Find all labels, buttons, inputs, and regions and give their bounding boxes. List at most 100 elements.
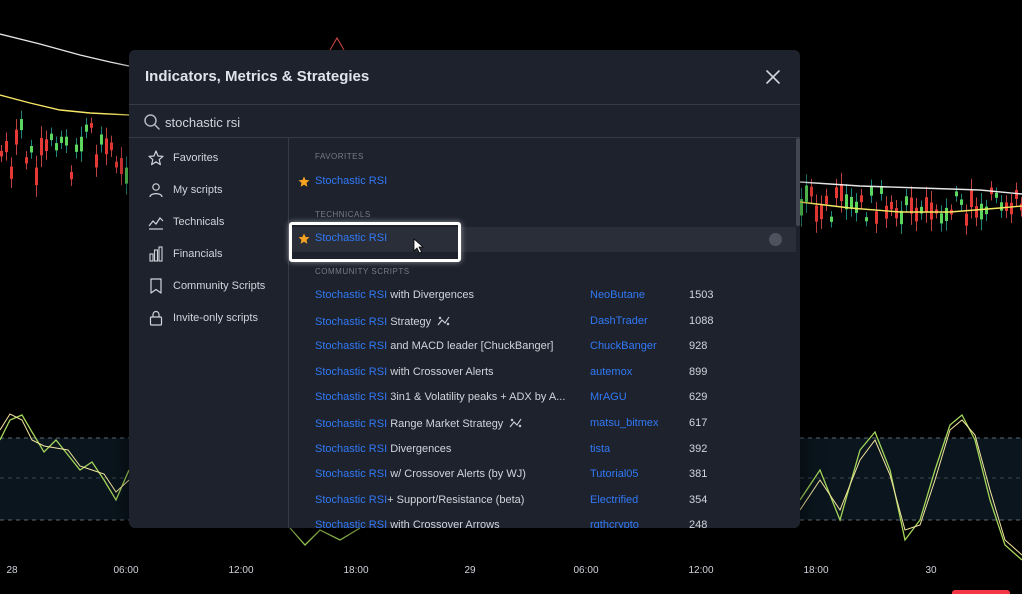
community-script-row[interactable]: Stochastic RSI with Divergences NeoButane… <box>290 284 796 309</box>
candle-body <box>85 124 88 132</box>
search-match: Stochastic RSI <box>315 519 388 528</box>
community-script-row[interactable]: Stochastic RSI with Crossover Arrows rgth… <box>290 514 796 528</box>
candle-body <box>40 137 43 156</box>
script-author-link[interactable]: ChuckBanger <box>590 340 657 352</box>
search-match: Stochastic RSI <box>315 289 388 301</box>
search-input[interactable] <box>165 111 765 133</box>
star-icon <box>148 150 164 166</box>
script-author-link[interactable]: DashTrader <box>590 315 648 327</box>
sidebar-item-community-scripts[interactable]: Community Scripts <box>129 272 289 300</box>
scrollbar[interactable] <box>796 138 800 226</box>
script-name: Stochastic RSI with Crossover Arrows <box>315 519 500 528</box>
sidebar-item-label: Technicals <box>173 216 225 228</box>
candle-body <box>125 167 128 184</box>
candle-body <box>865 217 868 222</box>
script-name: Stochastic RSI with Divergences <box>315 289 474 301</box>
candle-body <box>930 202 933 220</box>
candle-body <box>860 195 863 203</box>
script-name-rest: and MACD leader [ChuckBanger] <box>387 340 554 353</box>
community-script-row[interactable]: Stochastic RSI 3in1 & Volatility peaks +… <box>290 386 796 411</box>
chart-icon <box>148 217 164 230</box>
time-axis-label: 29 <box>464 565 476 576</box>
candle-body <box>855 201 858 213</box>
script-likes-count: 629 <box>689 391 708 404</box>
candle-body <box>960 199 963 205</box>
script-likes-count: 1503 <box>689 289 714 301</box>
script-name: Stochastic RSI with Crossover Alerts <box>315 366 494 378</box>
bars-icon <box>149 246 163 262</box>
script-author-link[interactable]: Electrified <box>590 494 638 506</box>
script-author-link[interactable]: autemox <box>590 366 632 378</box>
technical-item[interactable]: Stochastic RSI <box>290 227 796 252</box>
search-icon <box>144 114 160 130</box>
community-script-row[interactable]: Stochastic RSI+ Support/Resistance (beta… <box>290 489 796 514</box>
candle-body <box>940 213 943 224</box>
sidebar-item-favorites[interactable]: Favorites <box>129 144 289 172</box>
time-axis-label: 06:00 <box>573 565 599 576</box>
candle-body <box>895 208 898 219</box>
script-name: Stochastic RSI 3in1 & Volatility peaks +… <box>315 391 565 403</box>
script-name: Stochastic RSI <box>315 175 387 187</box>
candle-body <box>55 143 58 151</box>
favorite-star-icon[interactable] <box>298 233 310 245</box>
strategy-icon <box>437 316 450 325</box>
script-name-rest: with Divergences <box>387 289 474 301</box>
script-author-link[interactable]: tista <box>590 443 610 455</box>
sidebar-item-my-scripts[interactable]: My scripts <box>129 176 289 204</box>
help-icon[interactable] <box>769 233 782 246</box>
candle-body <box>105 138 108 155</box>
candle-body <box>120 157 123 175</box>
script-author-link[interactable]: rgthcrypto <box>590 519 639 528</box>
script-author-link[interactable]: MrAGU <box>590 391 627 403</box>
candle-body <box>900 210 903 225</box>
strategy-icon <box>509 418 522 428</box>
candle-body <box>100 134 103 145</box>
candle-body <box>20 119 23 131</box>
dialog-header: Indicators, Metrics & Strategies <box>129 50 800 104</box>
close-icon <box>766 70 780 84</box>
script-name: Stochastic RSI w/ Crossover Alerts (by W… <box>315 468 526 480</box>
script-author-link[interactable]: matsu_bitmex <box>590 417 658 429</box>
community-script-row[interactable]: Stochastic RSI with Crossover Alerts aute… <box>290 361 796 386</box>
alert-tab[interactable] <box>952 590 1010 594</box>
script-name: Stochastic RSI Range Market Strategy <box>315 417 523 430</box>
search-match: Stochastic RSI <box>315 365 388 378</box>
favorite-item[interactable]: Stochastic RSI <box>290 170 796 195</box>
candle-body <box>970 190 973 208</box>
candle-body <box>915 207 918 222</box>
sidebar-item-label: Community Scripts <box>173 280 266 292</box>
candle-body <box>975 206 978 218</box>
candle-body <box>885 205 888 219</box>
search-match: Stochastic RSI <box>315 340 388 353</box>
candle-body <box>945 207 948 221</box>
candle-body <box>980 203 983 220</box>
community-script-row[interactable]: Stochastic RSI Divergences tista 392 <box>290 438 796 463</box>
candle-body <box>955 191 958 197</box>
script-name: Stochastic RSI and MACD leader [ChuckBan… <box>315 340 553 352</box>
candle-body <box>80 136 83 152</box>
close-button[interactable] <box>762 66 784 88</box>
search-match: Stochastic RSI <box>315 418 388 430</box>
sidebar-item-technicals[interactable]: Technicals <box>129 208 289 236</box>
time-axis: 28 06:00 12:00 18:00 29 06:00 12:00 18:00 30 <box>0 558 1022 594</box>
script-author-link[interactable]: NeoButane <box>590 289 645 301</box>
candle-body <box>995 192 998 198</box>
candle-body <box>30 146 33 153</box>
community-script-row[interactable]: Stochastic RSI w/ Crossover Alerts (by W… <box>290 463 796 488</box>
sidebar-item-financials[interactable]: Financials <box>129 240 289 268</box>
candle-body <box>50 133 53 141</box>
sidebar-item-invite-only-scripts[interactable]: Invite-only scripts <box>129 304 289 332</box>
community-script-row[interactable]: Stochastic RSI Range Market Strategy mats… <box>290 412 796 437</box>
candle-body <box>880 186 883 194</box>
bookmark-icon <box>150 278 162 294</box>
sidebar-item-label: Favorites <box>173 152 219 164</box>
favorite-star-icon[interactable] <box>298 176 310 188</box>
lock-icon <box>149 310 163 326</box>
search-match: Stochastic RSI <box>315 442 388 455</box>
community-script-row[interactable]: Stochastic RSI Strategy DashTrader 1088 <box>290 310 796 335</box>
community-script-row[interactable]: Stochastic RSI and MACD leader [ChuckBan… <box>290 335 796 360</box>
script-name: Stochastic RSI <box>315 232 387 244</box>
script-author-link[interactable]: Tutorial05 <box>590 468 639 480</box>
script-name-rest: Range Market Strategy <box>387 418 504 430</box>
candle-body <box>75 144 78 152</box>
